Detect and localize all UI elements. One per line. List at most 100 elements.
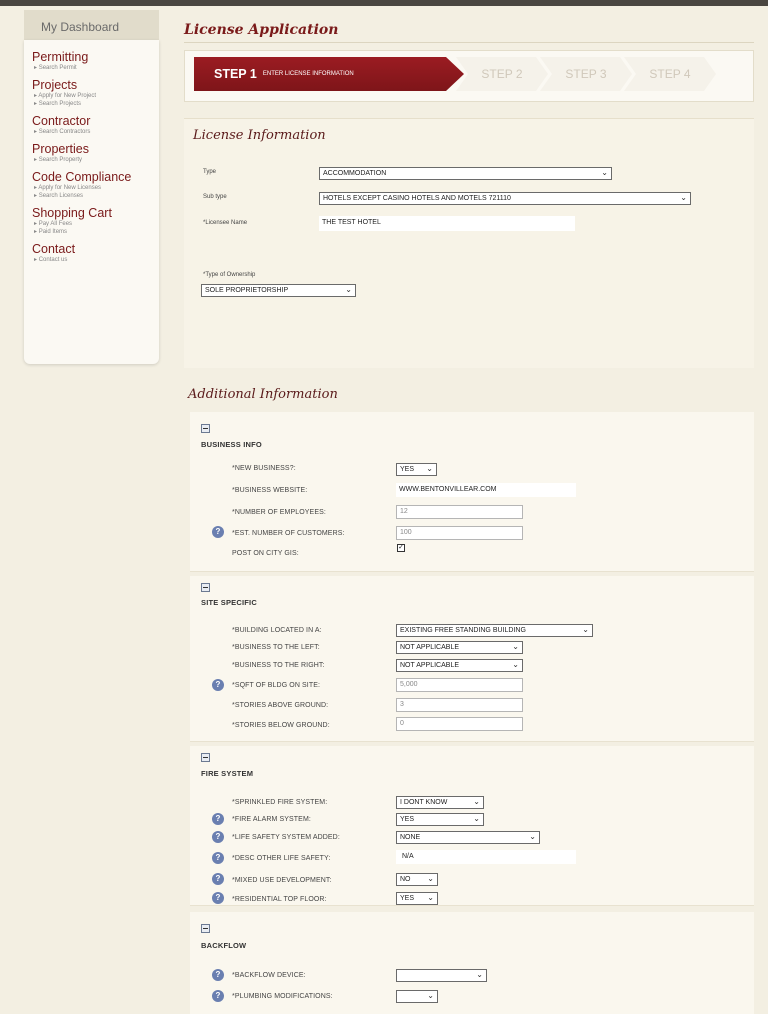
backflow-title: BACKFLOW — [201, 941, 247, 950]
subtype-select[interactable]: HOTELS EXCEPT CASINO HOTELS AND MOTELS 7… — [319, 192, 691, 205]
sidebar-link[interactable]: ▸ Search Contractors — [32, 128, 159, 136]
sidebar-head-properties[interactable]: Properties — [32, 142, 159, 156]
help-icon[interactable]: ? — [212, 813, 224, 825]
sidebar-link[interactable]: ▸ Search Projects — [32, 100, 159, 108]
sidebar: My Dashboard Permitting ▸ Search Permit … — [24, 10, 159, 364]
chevron-down-icon: ⌄ — [427, 991, 434, 1000]
chevron-down-icon: ⌄ — [473, 797, 480, 806]
step-4: STEP 4 — [624, 57, 716, 91]
page-title: License Application — [184, 22, 339, 38]
chevron-down-icon: ⌄ — [426, 464, 433, 473]
step-progress: STEP 1 ENTER LICENSE INFORMATION STEP 2 S… — [194, 57, 742, 91]
sidebar-link[interactable]: ▸ Search Property — [32, 156, 159, 164]
new-business-select[interactable]: YES ⌄ — [396, 463, 437, 476]
sqft-label: *SQFT OF BLDG ON SITE: — [232, 682, 321, 689]
sidebar-link[interactable]: ▸ Contact us — [32, 256, 159, 264]
sidebar-link[interactable]: ▸ Apply for New Project — [32, 92, 159, 100]
licensee-name-label: *Licensee Name — [203, 220, 248, 226]
top-bar — [0, 0, 768, 6]
chevron-down-icon: ⌄ — [582, 625, 589, 634]
building-located-label: *BUILDING LOCATED IN A: — [232, 627, 322, 634]
licensee-name-input[interactable]: THE TEST HOTEL — [319, 216, 575, 231]
collapse-icon[interactable] — [201, 753, 210, 762]
plumbing-label: *PLUMBING MODIFICATIONS: — [232, 993, 333, 1000]
chevron-down-icon: ⌄ — [512, 642, 519, 651]
sprinkled-label: *SPRINKLED FIRE SYSTEM: — [232, 799, 328, 806]
sidebar-head-shopping-cart[interactable]: Shopping Cart — [32, 206, 159, 220]
chevron-down-icon: ⌄ — [427, 874, 434, 883]
desc-life-safety-label: *DESC OTHER LIFE SAFETY: — [232, 855, 331, 862]
sqft-input[interactable]: 5,000 — [396, 678, 523, 692]
license-info-panel — [184, 118, 754, 368]
backflow-device-select[interactable]: ⌄ — [396, 969, 487, 982]
chevron-down-icon: ⌄ — [601, 168, 608, 177]
life-safety-select[interactable]: NONE ⌄ — [396, 831, 540, 844]
subtype-label: Sub type — [203, 194, 227, 200]
sidebar-link[interactable]: ▸ Apply for New Licenses — [32, 184, 159, 192]
additional-info-title: Additional Information — [188, 387, 338, 402]
website-label: *BUSINESS WEBSITE: — [232, 487, 308, 494]
building-located-select[interactable]: EXISTING FREE STANDING BUILDING ⌄ — [396, 624, 593, 637]
sidebar-head-contractor[interactable]: Contractor — [32, 114, 159, 128]
backflow-device-label: *BACKFLOW DEVICE: — [232, 972, 306, 979]
collapse-icon[interactable] — [201, 424, 210, 433]
residential-select[interactable]: YES ⌄ — [396, 892, 438, 905]
life-safety-label: *LIFE SAFETY SYSTEM ADDED: — [232, 834, 340, 841]
help-icon[interactable]: ? — [212, 990, 224, 1002]
sidebar-head-permitting[interactable]: Permitting — [32, 50, 159, 64]
help-icon[interactable]: ? — [212, 852, 224, 864]
divider — [184, 42, 754, 43]
ownership-label: *Type of Ownership — [203, 272, 256, 278]
business-right-label: *BUSINESS TO THE RIGHT: — [232, 662, 325, 669]
type-label: Type — [203, 169, 217, 175]
chevron-down-icon: ⌄ — [512, 660, 519, 669]
desc-life-safety-input[interactable]: N/A — [396, 850, 576, 864]
sidebar-head-code-compliance[interactable]: Code Compliance — [32, 170, 132, 184]
customers-input[interactable]: 100 — [396, 526, 523, 540]
fire-alarm-select[interactable]: YES ⌄ — [396, 813, 484, 826]
chevron-down-icon: ⌄ — [529, 832, 536, 841]
chevron-down-icon: ⌄ — [473, 814, 480, 823]
business-info-title: BUSINESS INFO — [201, 440, 262, 449]
new-business-label: *NEW BUSINESS?: — [232, 465, 296, 472]
fire-alarm-label: *FIRE ALARM SYSTEM: — [232, 816, 311, 823]
stories-above-label: *STORIES ABOVE GROUND: — [232, 702, 329, 709]
help-icon[interactable]: ? — [212, 873, 224, 885]
website-input[interactable]: WWW.BENTONVILLEAR.COM — [396, 483, 576, 497]
employees-input[interactable]: 12 — [396, 505, 523, 519]
mixed-use-select[interactable]: NO ⌄ — [396, 873, 438, 886]
sidebar-head-projects[interactable]: Projects — [32, 78, 159, 92]
chevron-down-icon: ⌄ — [345, 285, 352, 294]
business-right-select[interactable]: NOT APPLICABLE ⌄ — [396, 659, 523, 672]
dashboard-tab[interactable]: My Dashboard — [24, 10, 159, 40]
help-icon[interactable]: ? — [212, 526, 224, 538]
sidebar-link[interactable]: ▸ Pay All Fees — [32, 220, 159, 228]
sidebar-link[interactable]: ▸ Search Licenses — [32, 192, 159, 200]
chevron-down-icon: ⌄ — [476, 970, 483, 979]
collapse-icon[interactable] — [201, 924, 210, 933]
help-icon[interactable]: ? — [212, 679, 224, 691]
license-info-title: License Information — [193, 128, 326, 143]
business-left-select[interactable]: NOT APPLICABLE ⌄ — [396, 641, 523, 654]
site-specific-title: SITE SPECIFIC — [201, 598, 257, 607]
sprinkled-select[interactable]: I DONT KNOW ⌄ — [396, 796, 484, 809]
sidebar-link[interactable]: ▸ Search Permit — [32, 64, 159, 72]
fire-system-title: FIRE SYSTEM — [201, 769, 254, 778]
business-left-label: *BUSINESS TO THE LEFT: — [232, 644, 320, 651]
gis-checkbox[interactable]: ✓ — [397, 544, 405, 552]
residential-label: *RESIDENTIAL TOP FLOOR: — [232, 896, 327, 903]
ownership-select[interactable]: SOLE PROPRIETORSHIP ⌄ — [201, 284, 356, 297]
gis-label: POST ON CITY GIS: — [232, 550, 299, 557]
help-icon[interactable]: ? — [212, 969, 224, 981]
sidebar-head-contact[interactable]: Contact — [32, 242, 159, 256]
sidebar-menu: Permitting ▸ Search Permit Projects ▸ Ap… — [24, 40, 159, 364]
help-icon[interactable]: ? — [212, 892, 224, 904]
stories-above-input[interactable]: 3 — [396, 698, 523, 712]
stories-below-input[interactable]: 0 — [396, 717, 523, 731]
help-icon[interactable]: ? — [212, 831, 224, 843]
collapse-icon[interactable] — [201, 583, 210, 592]
customers-label: *EST. NUMBER OF CUSTOMERS: — [232, 530, 345, 537]
plumbing-select[interactable]: ⌄ — [396, 990, 438, 1003]
type-select[interactable]: ACCOMMODATION ⌄ — [319, 167, 612, 180]
sidebar-link[interactable]: ▸ Paid Items — [32, 228, 159, 236]
